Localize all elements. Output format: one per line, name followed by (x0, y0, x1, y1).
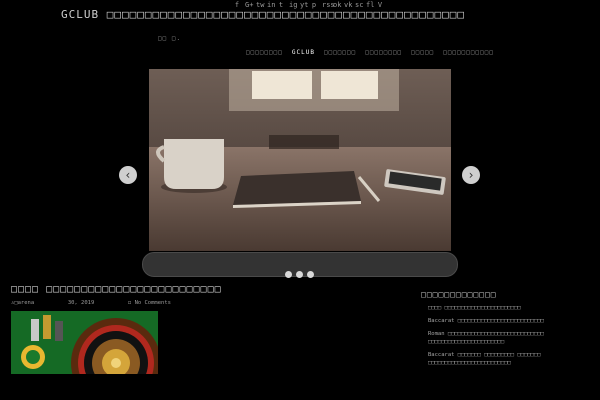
nav-item-5[interactable]: □□□□□□□□□□□ (443, 49, 494, 56)
site-tagline: □□ □. (158, 35, 182, 42)
slider-dot-2[interactable] (296, 271, 303, 278)
recent-post-link[interactable]: Baccarat □□□□□□□ □□□□□□□□□ □□□□□□□ (421, 351, 597, 359)
slider-pagination (285, 271, 314, 278)
recent-post-link[interactable]: □□□□□□□□□□□□□□□□□□□□□□□ (421, 338, 597, 346)
recent-post-item[interactable]: Roman □□□□□□□□□□□□□□□□□□□□□□□□□□□□□ □□□□□… (421, 330, 597, 346)
post-author[interactable]: ♙□arena (11, 300, 34, 306)
nav-item-3[interactable]: □□□□□□□□ (365, 49, 402, 56)
recent-post-item[interactable]: Baccarat □□□□□□□ □□□□□□□□□ □□□□□□□ □□□□□□… (421, 351, 597, 367)
post-thumbnail-roulette[interactable] (11, 311, 158, 374)
slider-dot-3[interactable] (307, 271, 314, 278)
slider-next-button[interactable]: › (462, 166, 480, 184)
recent-post-link[interactable]: □□□□□□□□□□□□□□□□□□□□□□□□□ (421, 359, 597, 367)
main-navigation: □□□□□□□□ GCLUB □□□□□□□ □□□□□□□□ □□□□□ □□□□□□□… (246, 49, 494, 56)
nav-item-4[interactable]: □□□□□ (411, 49, 434, 56)
hero-slider-image (149, 69, 451, 251)
nav-item-1[interactable]: GCLUB (292, 49, 315, 56)
post-title[interactable]: □□□□ □□□□□□□□□□□□□□□□□□□□□□□□□ (11, 284, 222, 295)
recent-post-link[interactable]: Baccarat □□□□□□□□□□□□□□□□□□□□□□□□□□ (421, 317, 597, 325)
recent-post-item[interactable]: Baccarat □□□□□□□□□□□□□□□□□□□□□□□□□□ (421, 317, 597, 325)
recent-post-item[interactable]: □□□□ □□□□□□□□□□□□□□□□□□□□□□□ (421, 304, 597, 312)
site-title[interactable]: GCLUB □□□□□□□□□□□□□□□□□□□□□□□□□□□□□□□□□□… (61, 9, 531, 21)
comment-icon: ◻ (127, 300, 135, 306)
nav-item-2[interactable]: □□□□□□□ (324, 49, 356, 56)
post-date: 30, 2019 (67, 300, 95, 306)
recent-post-link[interactable]: □□□□ □□□□□□□□□□□□□□□□□□□□□□□ (421, 304, 597, 312)
slider-dot-1[interactable] (285, 271, 292, 278)
nav-item-0[interactable]: □□□□□□□□ (246, 49, 283, 56)
recent-post-link[interactable]: Roman □□□□□□□□□□□□□□□□□□□□□□□□□□□□□ (421, 330, 597, 338)
recent-posts-list: □□□□ □□□□□□□□□□□□□□□□□□□□□□□ Baccarat □□□… (421, 304, 597, 372)
post-comments[interactable]: ◻ No Comments (128, 300, 171, 306)
slider-prev-button[interactable]: ‹ (119, 166, 137, 184)
sidebar-widget-title: □□□□□□□□□□□□□ (421, 290, 497, 299)
post-meta: ♙□arena 30, 2019 ◻ No Comments (11, 300, 171, 306)
